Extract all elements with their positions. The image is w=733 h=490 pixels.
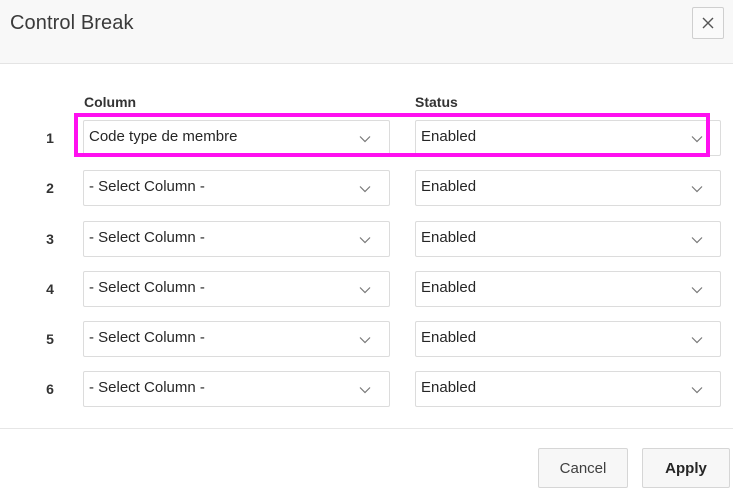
column-select-value: - Select Column -: [89, 229, 205, 246]
control-break-row-3: 3 - Select Column - Enabled: [0, 221, 733, 257]
column-select[interactable]: - Select Column -: [83, 170, 390, 206]
chevron-down-icon: [359, 287, 371, 294]
status-select-value: Enabled: [421, 128, 477, 145]
status-select-value: Enabled: [421, 379, 477, 396]
column-select[interactable]: Code type de membre: [83, 120, 390, 156]
column-select-value: - Select Column -: [89, 379, 205, 396]
row-number: 4: [46, 281, 54, 297]
control-break-row-6: 6 - Select Column - Enabled: [0, 371, 733, 407]
status-select-value: Enabled: [421, 279, 477, 296]
status-select[interactable]: Enabled: [415, 271, 721, 307]
column-select-value: - Select Column -: [89, 279, 205, 296]
row-number: 5: [46, 331, 54, 347]
status-select[interactable]: Enabled: [415, 170, 721, 206]
row-number: 1: [46, 130, 54, 146]
control-break-row-2: 2 - Select Column - Enabled: [0, 170, 733, 206]
chevron-down-icon: [359, 387, 371, 394]
chevron-down-icon: [359, 186, 371, 193]
status-select-value: Enabled: [421, 178, 477, 195]
dialog-header: Control Break: [0, 0, 733, 64]
chevron-down-icon: [359, 136, 371, 143]
control-break-row-4: 4 - Select Column - Enabled: [0, 271, 733, 307]
dialog-title: Control Break: [10, 12, 134, 34]
close-button[interactable]: [692, 7, 724, 39]
status-select-value: Enabled: [421, 229, 477, 246]
chevron-down-icon: [691, 287, 703, 294]
status-select[interactable]: Enabled: [415, 321, 721, 357]
chevron-down-icon: [359, 237, 371, 244]
chevron-down-icon: [691, 186, 703, 193]
chevron-down-icon: [691, 237, 703, 244]
cancel-button[interactable]: Cancel: [538, 448, 628, 488]
row-number: 6: [46, 381, 54, 397]
apply-button[interactable]: Apply: [642, 448, 730, 488]
status-select-value: Enabled: [421, 329, 477, 346]
column-select[interactable]: - Select Column -: [83, 271, 390, 307]
column-select-value: Code type de membre: [89, 128, 238, 145]
row-number: 3: [46, 231, 54, 247]
close-icon: [701, 16, 715, 30]
status-header: Status: [415, 94, 458, 110]
column-select[interactable]: - Select Column -: [83, 221, 390, 257]
column-select[interactable]: - Select Column -: [83, 371, 390, 407]
chevron-down-icon: [359, 337, 371, 344]
row-number: 2: [46, 180, 54, 196]
control-break-dialog: Control Break Column Status 1 Code type …: [0, 0, 733, 490]
chevron-down-icon: [691, 337, 703, 344]
column-select-value: - Select Column -: [89, 329, 205, 346]
column-header: Column: [84, 94, 137, 110]
chevron-down-icon: [691, 136, 703, 143]
status-select[interactable]: Enabled: [415, 371, 721, 407]
control-break-row-1: 1 Code type de membre Enabled: [0, 120, 733, 156]
chevron-down-icon: [691, 387, 703, 394]
status-select[interactable]: Enabled: [415, 221, 721, 257]
column-select[interactable]: - Select Column -: [83, 321, 390, 357]
control-break-row-5: 5 - Select Column - Enabled: [0, 321, 733, 357]
footer-divider: [0, 428, 733, 429]
status-select[interactable]: Enabled: [415, 120, 721, 156]
column-select-value: - Select Column -: [89, 178, 205, 195]
